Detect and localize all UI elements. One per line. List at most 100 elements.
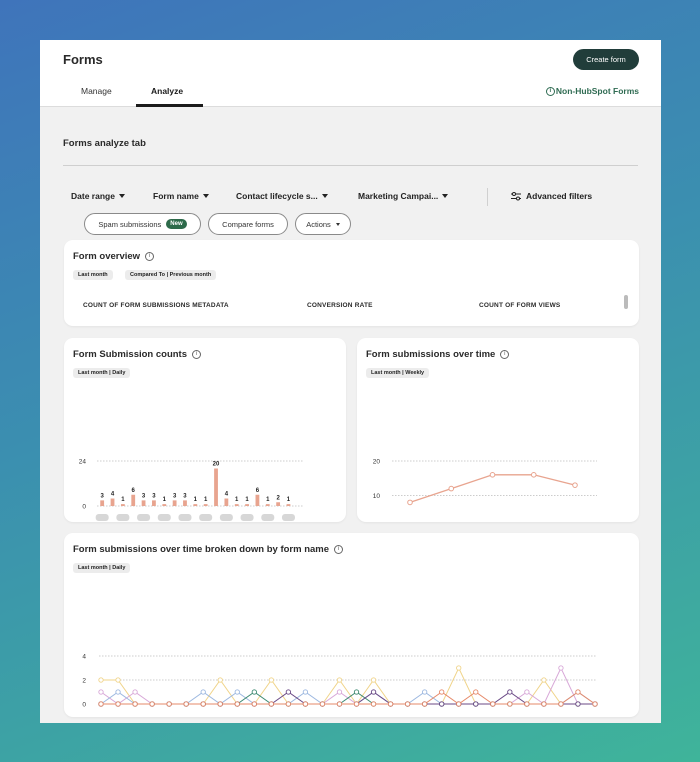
filter-divider xyxy=(487,188,488,206)
data-label: 2 xyxy=(276,495,280,501)
data-point xyxy=(370,677,377,683)
data-point xyxy=(98,689,104,695)
data-point xyxy=(217,677,223,683)
data-point xyxy=(251,689,257,695)
data-label: 1 xyxy=(194,497,198,503)
card-title: Form overview i xyxy=(73,251,155,262)
bar xyxy=(100,500,105,506)
data-point xyxy=(285,689,292,695)
data-point xyxy=(234,689,240,695)
caret-down-icon xyxy=(118,194,125,198)
data-point xyxy=(353,689,360,695)
filter-marketing-campaign[interactable]: Marketing Campai... xyxy=(358,191,449,201)
new-badge: New xyxy=(166,219,187,229)
filter-label: Date range xyxy=(71,191,115,201)
data-label: 3 xyxy=(183,493,187,499)
date-tag: Last month xyxy=(73,270,113,280)
blurred-x-label xyxy=(261,514,275,521)
info-icon: i xyxy=(545,86,555,96)
data-label: 3 xyxy=(173,493,177,499)
data-point xyxy=(489,472,496,478)
caret-down-icon xyxy=(442,194,449,198)
data-point xyxy=(132,689,138,695)
filter-sliders-icon xyxy=(511,191,521,200)
data-point xyxy=(336,689,343,695)
data-point xyxy=(149,701,155,707)
bar xyxy=(203,504,208,506)
data-label: 3 xyxy=(152,493,156,499)
y-tick-label: 24 xyxy=(79,459,87,466)
data-point xyxy=(166,701,172,707)
data-label: 1 xyxy=(163,497,167,503)
data-point xyxy=(507,701,513,707)
form-overview-card: Form overview i Last month Compared To |… xyxy=(64,240,639,326)
forms-app-window: Forms Create form Manage Analyze i Non-H… xyxy=(40,40,661,723)
caret-down-icon xyxy=(321,194,328,198)
bar xyxy=(162,504,167,506)
data-point xyxy=(115,677,121,683)
data-label: 1 xyxy=(287,497,291,503)
data-label: 1 xyxy=(266,497,270,503)
data-point xyxy=(592,701,598,707)
data-point xyxy=(268,677,274,683)
submissions-over-time-card: Form submissions over time i Last month … xyxy=(357,338,639,522)
data-point xyxy=(572,482,578,488)
spam-submissions-button[interactable]: Spam submissions New xyxy=(84,213,201,235)
bar xyxy=(131,494,136,506)
bar xyxy=(286,504,291,506)
page-title: Forms xyxy=(63,52,103,67)
create-form-button[interactable]: Create form xyxy=(573,49,639,70)
comparison-tag: Compared To | Previous month xyxy=(125,270,217,280)
actions-dropdown[interactable]: Actions xyxy=(295,213,351,235)
blurred-x-label xyxy=(137,514,151,521)
data-point xyxy=(251,701,257,707)
data-point xyxy=(98,701,104,707)
tab-analyze[interactable]: Analyze xyxy=(151,86,183,96)
data-point xyxy=(285,701,292,707)
filter-label: Marketing Campai... xyxy=(358,191,439,201)
series-line xyxy=(101,691,595,705)
section-divider xyxy=(63,165,638,166)
tab-manage[interactable]: Manage xyxy=(81,86,112,96)
column-header: CONVERSION RATE xyxy=(307,302,373,309)
compare-forms-button[interactable]: Compare forms xyxy=(208,213,288,235)
data-label: 3 xyxy=(142,493,146,499)
data-label: 6 xyxy=(256,488,260,494)
data-point xyxy=(439,689,445,695)
data-label: 1 xyxy=(121,497,125,503)
y-tick-label: 10 xyxy=(373,493,381,500)
data-label: 20 xyxy=(213,462,220,468)
scrollbar[interactable] xyxy=(624,295,628,309)
bar xyxy=(224,498,229,506)
filter-date-range[interactable]: Date range xyxy=(71,191,125,201)
bar xyxy=(183,500,187,506)
data-point xyxy=(507,689,513,695)
data-point xyxy=(336,677,343,683)
data-point xyxy=(132,701,138,707)
y-tick-label: 0 xyxy=(82,702,86,709)
filter-form-name[interactable]: Form name xyxy=(153,191,209,201)
data-point xyxy=(353,701,360,707)
data-point xyxy=(422,701,428,707)
y-tick-label: 4 xyxy=(82,654,86,661)
data-point xyxy=(541,677,547,683)
bar xyxy=(234,504,239,506)
non-hubspot-forms-link[interactable]: i Non-HubSpot Forms xyxy=(545,86,639,96)
bar xyxy=(255,494,260,506)
submission-counts-card: Form Submission counts i Last month | Da… xyxy=(64,338,346,522)
blurred-x-label xyxy=(199,514,213,521)
blurred-x-label xyxy=(240,514,254,521)
data-point xyxy=(217,701,223,707)
data-point xyxy=(558,701,564,707)
blurred-x-label xyxy=(281,514,295,521)
y-tick-label: 2 xyxy=(82,678,86,685)
filter-contact-lifecycle[interactable]: Contact lifecycle s... xyxy=(236,191,328,201)
advanced-filters-button[interactable]: Advanced filters xyxy=(511,191,592,201)
data-point xyxy=(302,701,309,707)
advanced-filters-label: Advanced filters xyxy=(526,191,593,201)
filter-label: Contact lifecycle s... xyxy=(236,191,318,201)
submissions-over-time-chart: 01020 xyxy=(373,459,597,506)
data-point xyxy=(456,701,462,707)
data-label: 3 xyxy=(101,493,105,499)
info-icon[interactable]: i xyxy=(145,252,155,261)
